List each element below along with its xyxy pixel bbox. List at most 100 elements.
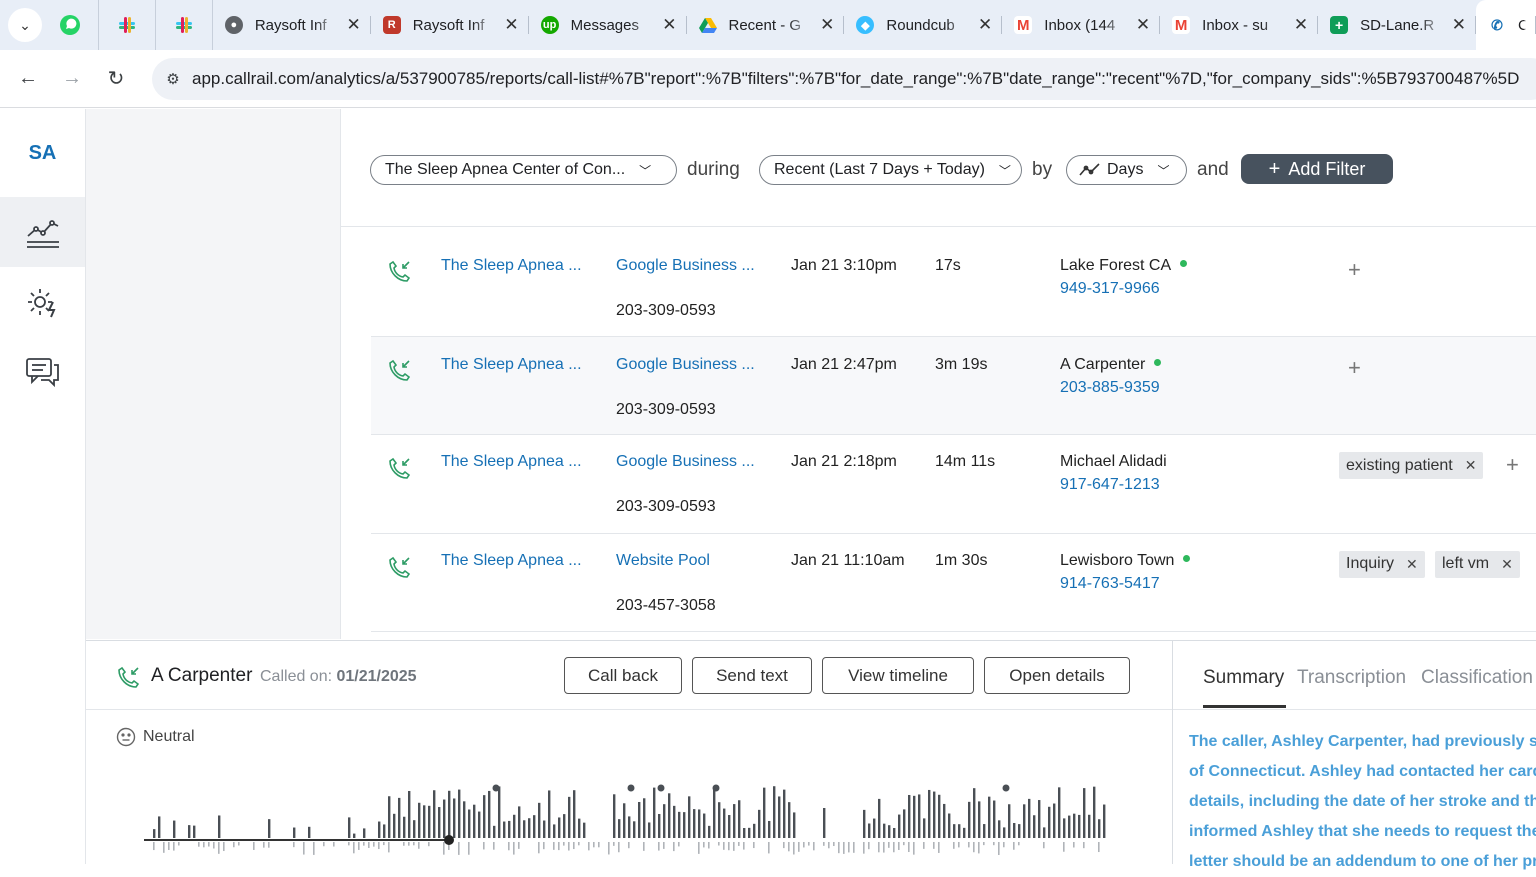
waveform-bar (683, 812, 686, 838)
site-settings-icon[interactable]: ⚙ (154, 70, 192, 88)
waveform-bar (1043, 827, 1046, 838)
waveform-marker[interactable] (1002, 784, 1010, 792)
close-icon[interactable]: ✕ (662, 15, 676, 35)
tab-search-chevron-icon[interactable]: ⌄ (8, 8, 42, 42)
waveform-bar (758, 809, 761, 838)
browser-tab-active[interactable]: ✆ C (1475, 0, 1536, 50)
company-select[interactable]: The Sleep Apnea Center of Con... ﹀ (370, 155, 677, 185)
waveform-bar (913, 795, 916, 838)
back-arrow-icon[interactable]: ← (6, 67, 50, 90)
browser-tab[interactable]: M Inbox - su ✕ (1160, 0, 1318, 50)
reload-icon[interactable]: ↻ (94, 66, 138, 91)
tab-classification[interactable]: Classification (1421, 667, 1533, 689)
pinned-tab-whatsapp[interactable] (42, 0, 99, 50)
pinned-tab-slack[interactable] (99, 0, 156, 50)
source-link[interactable]: Google Business ... (616, 257, 755, 275)
waveform-bar-lower (783, 842, 785, 849)
close-icon[interactable]: ✕ (346, 15, 360, 35)
granularity-select[interactable]: Days ﹀ (1066, 155, 1187, 185)
source-link[interactable]: Google Business ... (616, 453, 755, 471)
table-row[interactable]: The Sleep Apnea ... Website Pool 203-457… (371, 534, 1536, 632)
playback-scrubber-handle[interactable] (444, 835, 454, 845)
tab-transcription[interactable]: Transcription (1297, 667, 1406, 689)
address-bar[interactable]: ⚙ app.callrail.com/analytics/a/537900785… (152, 58, 1536, 100)
table-row-selected[interactable]: The Sleep Apnea ... Google Business ... … (371, 336, 1536, 435)
add-tag-plus-icon[interactable]: + (1506, 452, 1519, 478)
call-duration: 14m 11s (935, 453, 996, 470)
add-filter-button[interactable]: + Add Filter (1241, 154, 1393, 184)
company-link[interactable]: The Sleep Apnea ... (441, 356, 582, 374)
browser-tab[interactable]: M Inbox (144 ✕ (1002, 0, 1161, 50)
view-timeline-button[interactable]: View timeline (822, 657, 974, 694)
remove-tag-icon[interactable]: ✕ (1406, 556, 1418, 573)
waveform-bar-lower (263, 842, 265, 848)
close-icon[interactable]: ✕ (1452, 15, 1466, 35)
sidebar-item-messages[interactable] (0, 337, 85, 407)
close-icon[interactable]: ✕ (1136, 15, 1150, 35)
date-range-select[interactable]: Recent (Last 7 Days + Today) ﹀ (759, 155, 1022, 185)
waveform-bar-lower (208, 842, 210, 847)
waveform-bar (408, 790, 411, 838)
inbound-call-icon (389, 457, 411, 479)
waveform-marker[interactable] (627, 784, 635, 792)
company-link[interactable]: The Sleep Apnea ... (441, 552, 582, 570)
waveform-marker[interactable] (492, 784, 500, 792)
caller-phone-link[interactable]: 203-885-9359 (1060, 379, 1160, 397)
waveform-bar (973, 788, 976, 838)
waveform-bar-lower (518, 842, 520, 849)
waveform-bar-lower (238, 842, 240, 846)
waveform-bar-lower (808, 842, 810, 846)
send-text-button[interactable]: Send text (692, 657, 812, 694)
waveform-marker[interactable] (712, 784, 720, 792)
waveform-bar (708, 825, 711, 838)
remove-tag-icon[interactable]: ✕ (1465, 457, 1477, 474)
waveform-bar-lower (883, 842, 885, 853)
browser-tab[interactable]: + SD-Lane.R ✕ (1318, 0, 1476, 50)
waveform-bar (943, 803, 946, 838)
sidebar-item-settings[interactable] (0, 267, 85, 337)
url-text[interactable]: app.callrail.com/analytics/a/537900785/r… (192, 69, 1519, 89)
company-link[interactable]: The Sleep Apnea ... (441, 453, 582, 471)
account-logo[interactable]: SA (0, 109, 85, 197)
caller-phone-link[interactable]: 917-647-1213 (1060, 476, 1160, 494)
source-link[interactable]: Website Pool (616, 552, 710, 570)
left-panel-empty (86, 109, 341, 639)
forward-arrow-icon[interactable]: → (50, 67, 94, 90)
browser-tab[interactable]: R Raysoft Inf ✕ (371, 0, 529, 50)
browser-tab[interactable]: Recent - G ✕ (687, 0, 845, 50)
remove-tag-icon[interactable]: ✕ (1501, 556, 1513, 573)
browser-tab[interactable]: ◆ Roundcub ✕ (844, 0, 1003, 50)
call-back-button[interactable]: Call back (564, 657, 682, 694)
close-icon[interactable]: ✕ (820, 15, 834, 35)
waveform-bar (863, 809, 866, 838)
source-link[interactable]: Google Business ... (616, 356, 755, 374)
waveform-bar (918, 794, 921, 838)
table-row[interactable]: The Sleep Apnea ... Google Business ... … (371, 435, 1536, 534)
waveform-bar-lower (598, 842, 600, 848)
close-icon[interactable]: ✕ (1294, 15, 1308, 35)
waveform-bar (958, 824, 961, 838)
waveform-bar-lower (853, 842, 855, 853)
sidebar-item-analytics[interactable] (0, 197, 85, 267)
summary-line: letter should be an addendum to one of h… (1189, 853, 1536, 870)
waveform-bar-lower (428, 842, 430, 847)
trend-line-icon (1079, 163, 1100, 176)
open-details-button[interactable]: Open details (984, 657, 1130, 694)
waveform-marker[interactable] (657, 784, 665, 792)
browser-tab[interactable]: ● Raysoft Inf ✕ (213, 0, 371, 50)
online-status-dot (1183, 554, 1191, 562)
caller-phone-link[interactable]: 914-763-5417 (1060, 575, 1160, 593)
caller-phone-link[interactable]: 949-317-9966 (1060, 280, 1160, 298)
tab-summary[interactable]: Summary (1203, 667, 1284, 689)
waveform-bar (623, 803, 626, 838)
table-row[interactable]: The Sleep Apnea ... Google Business ... … (371, 238, 1536, 337)
close-icon[interactable]: ✕ (504, 15, 518, 35)
add-tag-plus-icon[interactable]: + (1348, 257, 1361, 283)
add-tag-plus-icon[interactable]: + (1348, 355, 1361, 381)
google-drive-icon (698, 18, 717, 33)
call-audio-waveform[interactable] (144, 781, 1114, 865)
browser-tab[interactable]: up Messages ✕ (529, 0, 687, 50)
company-link[interactable]: The Sleep Apnea ... (441, 257, 582, 275)
pinned-tab-slack-2[interactable] (156, 0, 213, 50)
close-icon[interactable]: ✕ (978, 15, 992, 35)
